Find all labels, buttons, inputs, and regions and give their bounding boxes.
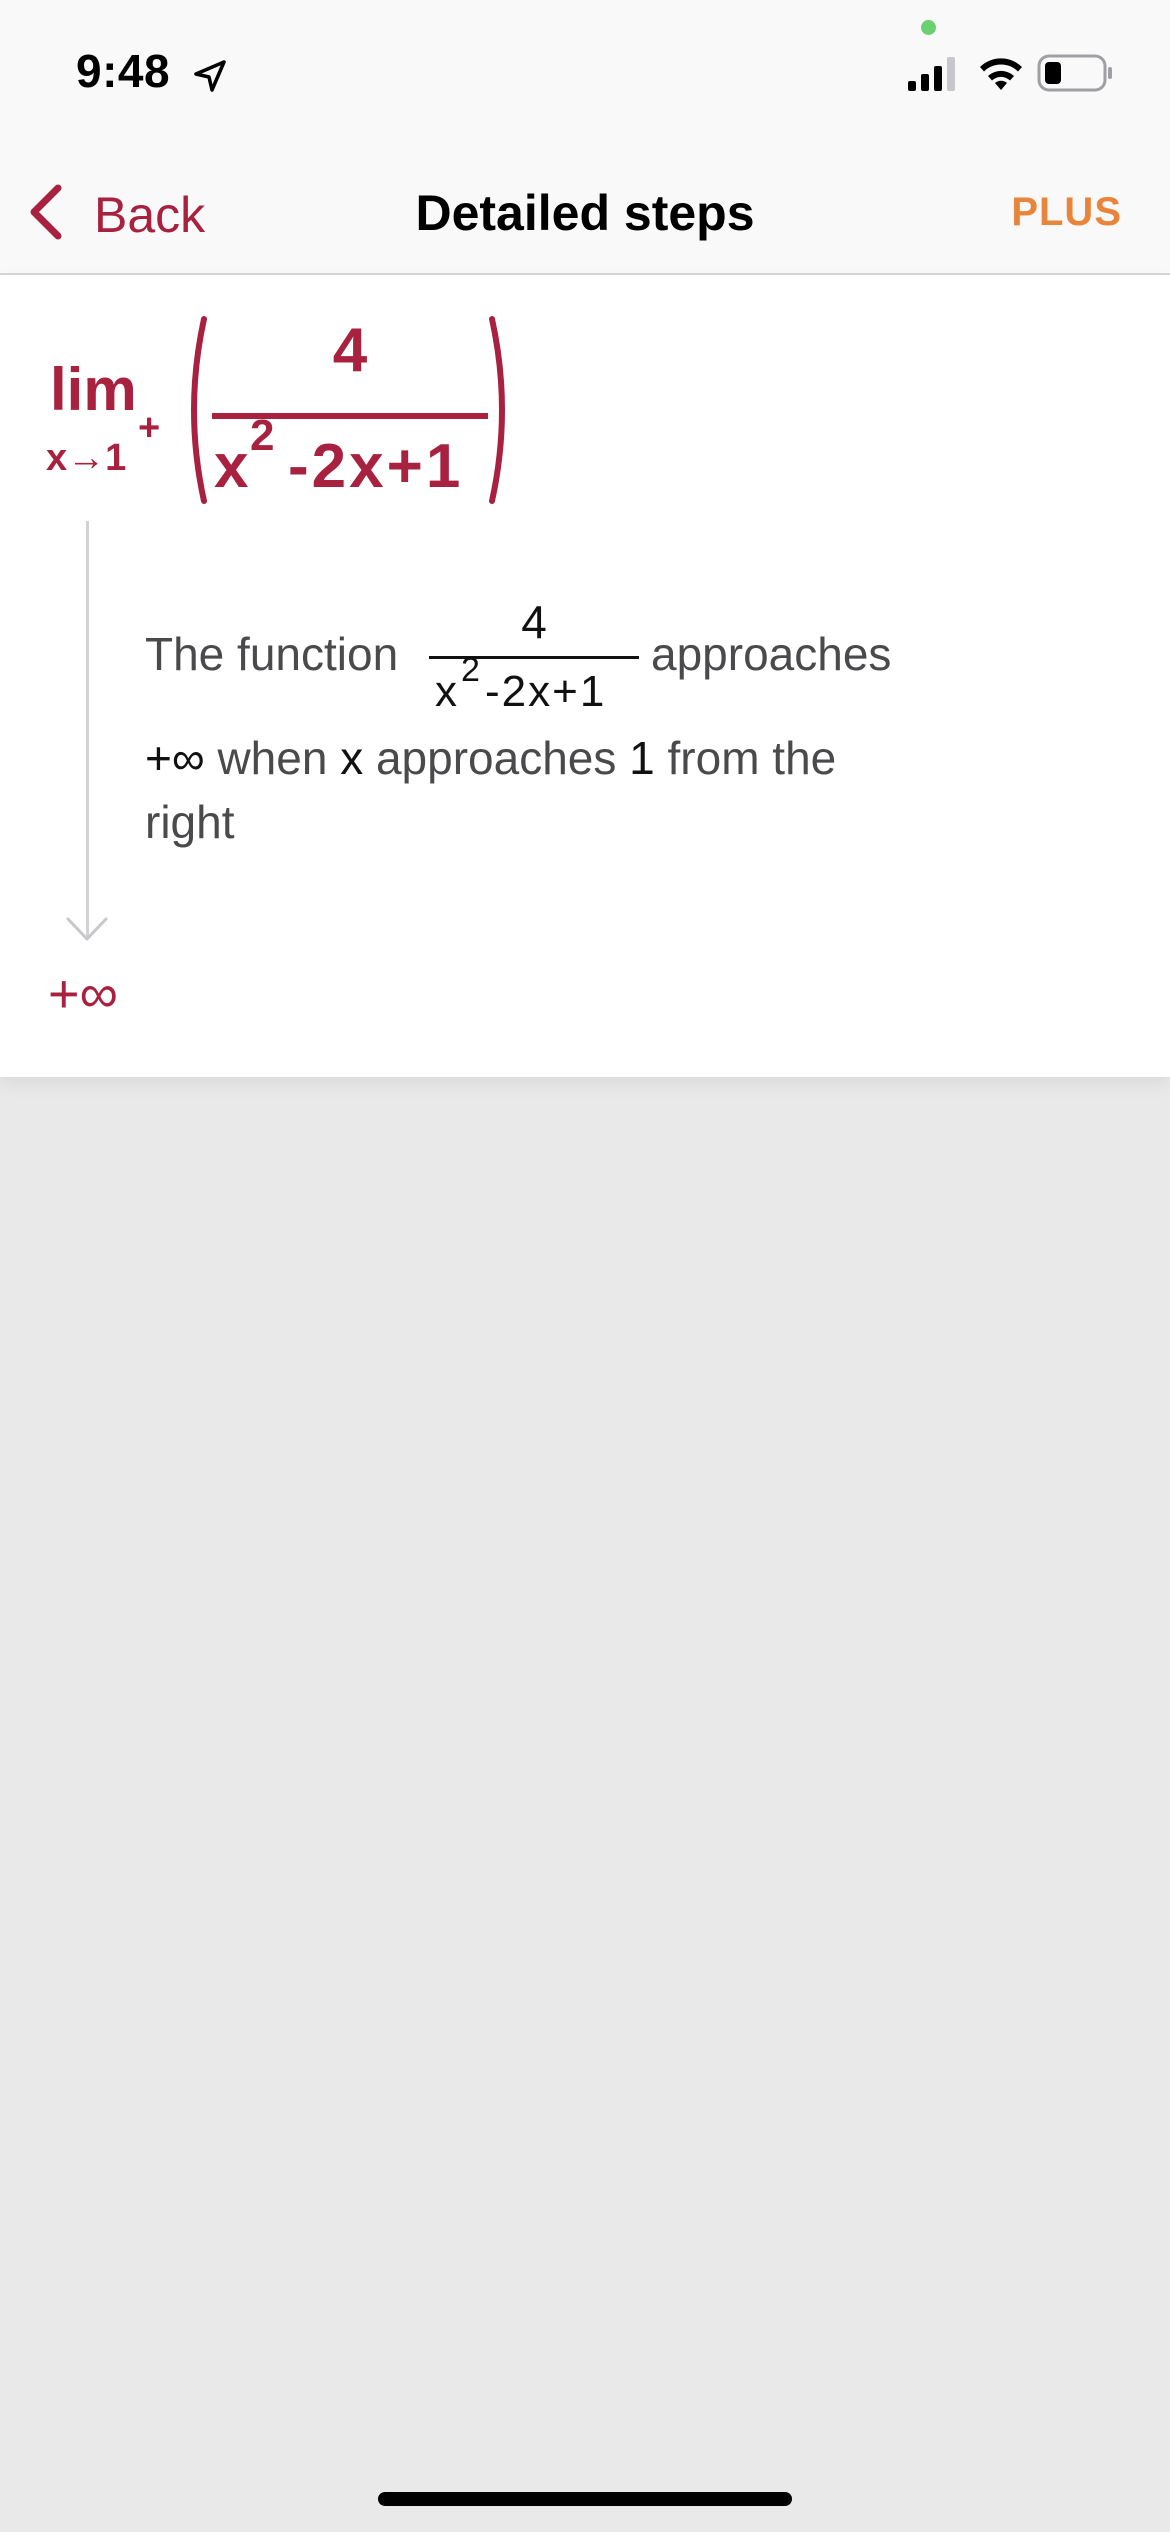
explanation-denominator-exponent: 2 bbox=[461, 651, 480, 689]
privacy-indicator-dot bbox=[921, 20, 936, 35]
arrow-down-icon bbox=[66, 917, 108, 941]
status-time: 9:48 bbox=[76, 45, 171, 97]
solution-steps-card: lim x→1 + 4 x 2 -2x+1 The function 4 x 2… bbox=[0, 275, 1170, 1077]
right-parenthesis bbox=[489, 316, 505, 504]
explanation-from-the: from the bbox=[667, 732, 837, 784]
step-explanation: The function 4 x 2 -2x+1 approaches +∞ w… bbox=[145, 595, 1045, 865]
wifi-icon bbox=[980, 58, 1022, 90]
explanation-variable: x bbox=[340, 732, 364, 784]
explanation-approaches: approaches bbox=[375, 732, 617, 784]
explanation-text-after: approaches bbox=[651, 628, 892, 680]
explanation-fraction-numerator: 4 bbox=[521, 596, 547, 648]
explanation-fraction-denominator: x 2 -2x+1 bbox=[435, 651, 645, 723]
left-parenthesis bbox=[191, 316, 207, 504]
explanation-text-before: The function bbox=[145, 628, 399, 680]
status-bar: 9:48 bbox=[0, 0, 1170, 150]
lim-subscript: x→1 bbox=[46, 437, 127, 479]
explanation-infinity: +∞ bbox=[145, 732, 205, 784]
explanation-line-2: +∞ when x approaches 1 from the bbox=[145, 731, 1045, 791]
result-value[interactable]: +∞ bbox=[48, 963, 118, 1025]
limit-expression[interactable]: lim x→1 + 4 x 2 -2x+1 bbox=[46, 315, 526, 505]
lim-subscript-plus: + bbox=[138, 407, 161, 449]
explanation-fraction: 4 x 2 -2x+1 bbox=[429, 595, 639, 720]
explanation-line-3: right bbox=[145, 796, 235, 848]
denominator-exponent: 2 bbox=[250, 411, 275, 460]
fraction-numerator: 4 bbox=[332, 316, 368, 385]
signal-icon bbox=[908, 57, 955, 91]
page-title: Detailed steps bbox=[415, 185, 755, 241]
denominator-base: x bbox=[214, 432, 249, 501]
navigation-bar: Back Detailed steps PLUS bbox=[0, 150, 1170, 275]
explanation-denominator-base: x bbox=[435, 667, 457, 716]
denominator-rest: -2x+1 bbox=[288, 432, 464, 501]
plus-upgrade-button[interactable]: PLUS bbox=[1011, 190, 1122, 235]
explanation-when: when bbox=[217, 732, 328, 784]
location-arrow-icon bbox=[194, 60, 226, 92]
battery-icon bbox=[1037, 54, 1112, 92]
explanation-number: 1 bbox=[629, 732, 655, 784]
explanation-denominator-rest: -2x+1 bbox=[485, 667, 607, 716]
lim-operator: lim bbox=[50, 356, 137, 423]
home-indicator[interactable] bbox=[378, 2492, 792, 2506]
fraction-denominator: x 2 -2x+1 bbox=[214, 411, 514, 503]
step-connector-line bbox=[86, 521, 89, 939]
explanation-line-1: The function 4 x 2 -2x+1 approaches bbox=[145, 595, 1045, 720]
